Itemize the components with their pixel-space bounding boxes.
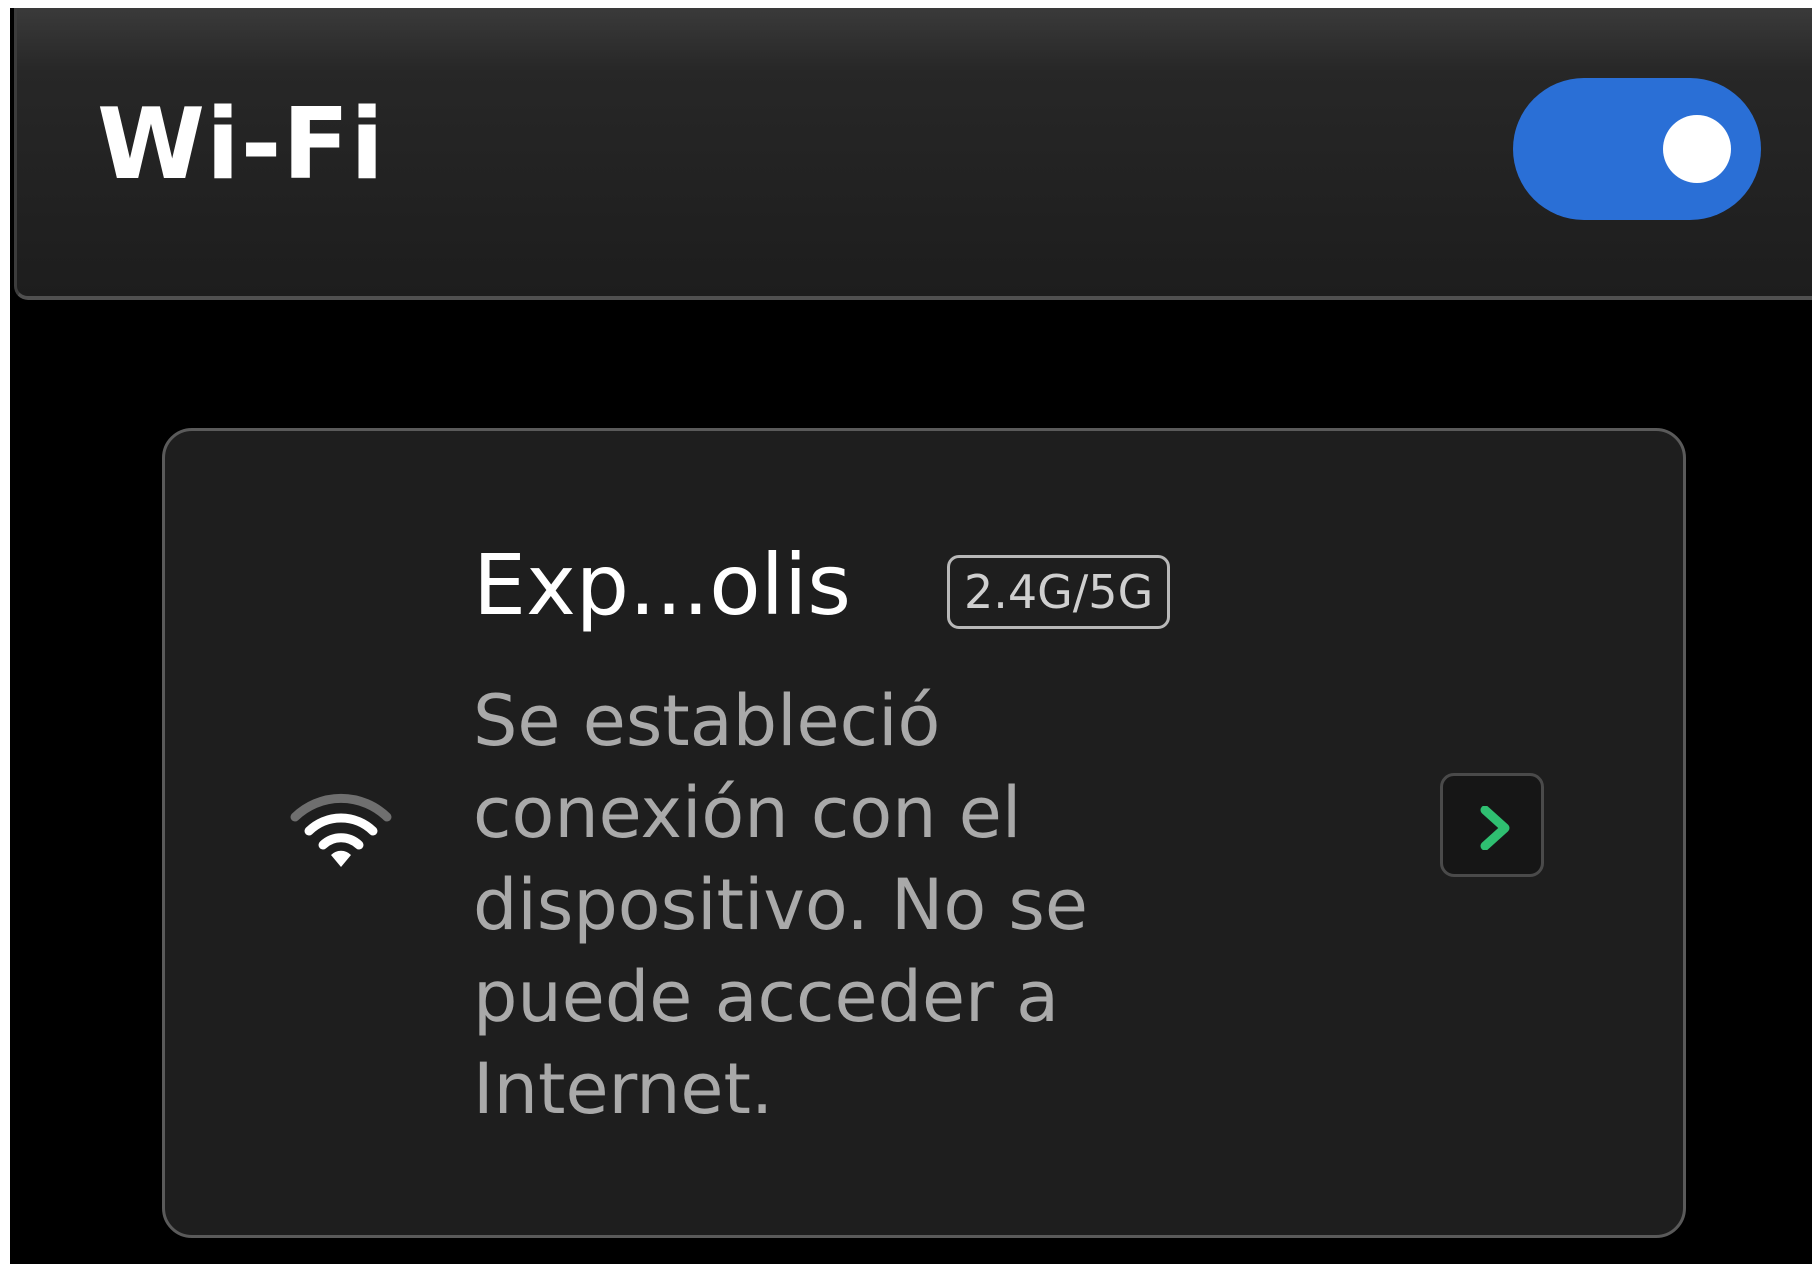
wifi-signal-icon bbox=[289, 791, 393, 867]
wifi-toggle[interactable] bbox=[1513, 78, 1761, 220]
chevron-right-icon bbox=[1480, 806, 1510, 850]
wifi-title: Wi-Fi bbox=[97, 88, 385, 202]
band-badge: 2.4G/5G bbox=[947, 555, 1171, 629]
network-name: Exp...olis bbox=[473, 536, 852, 634]
network-list-item[interactable]: Exp...olis 2.4G/5G Se estableció conexió… bbox=[162, 428, 1686, 1238]
network-details-button[interactable] bbox=[1440, 773, 1544, 877]
toggle-knob bbox=[1663, 115, 1731, 183]
network-status: Se estableció conexión con el dispositiv… bbox=[473, 680, 1088, 1130]
wifi-header: Wi-Fi bbox=[14, 8, 1812, 300]
screen: Wi-Fi Exp...olis 2.4G/5G Se estableció c… bbox=[0, 0, 1812, 1264]
